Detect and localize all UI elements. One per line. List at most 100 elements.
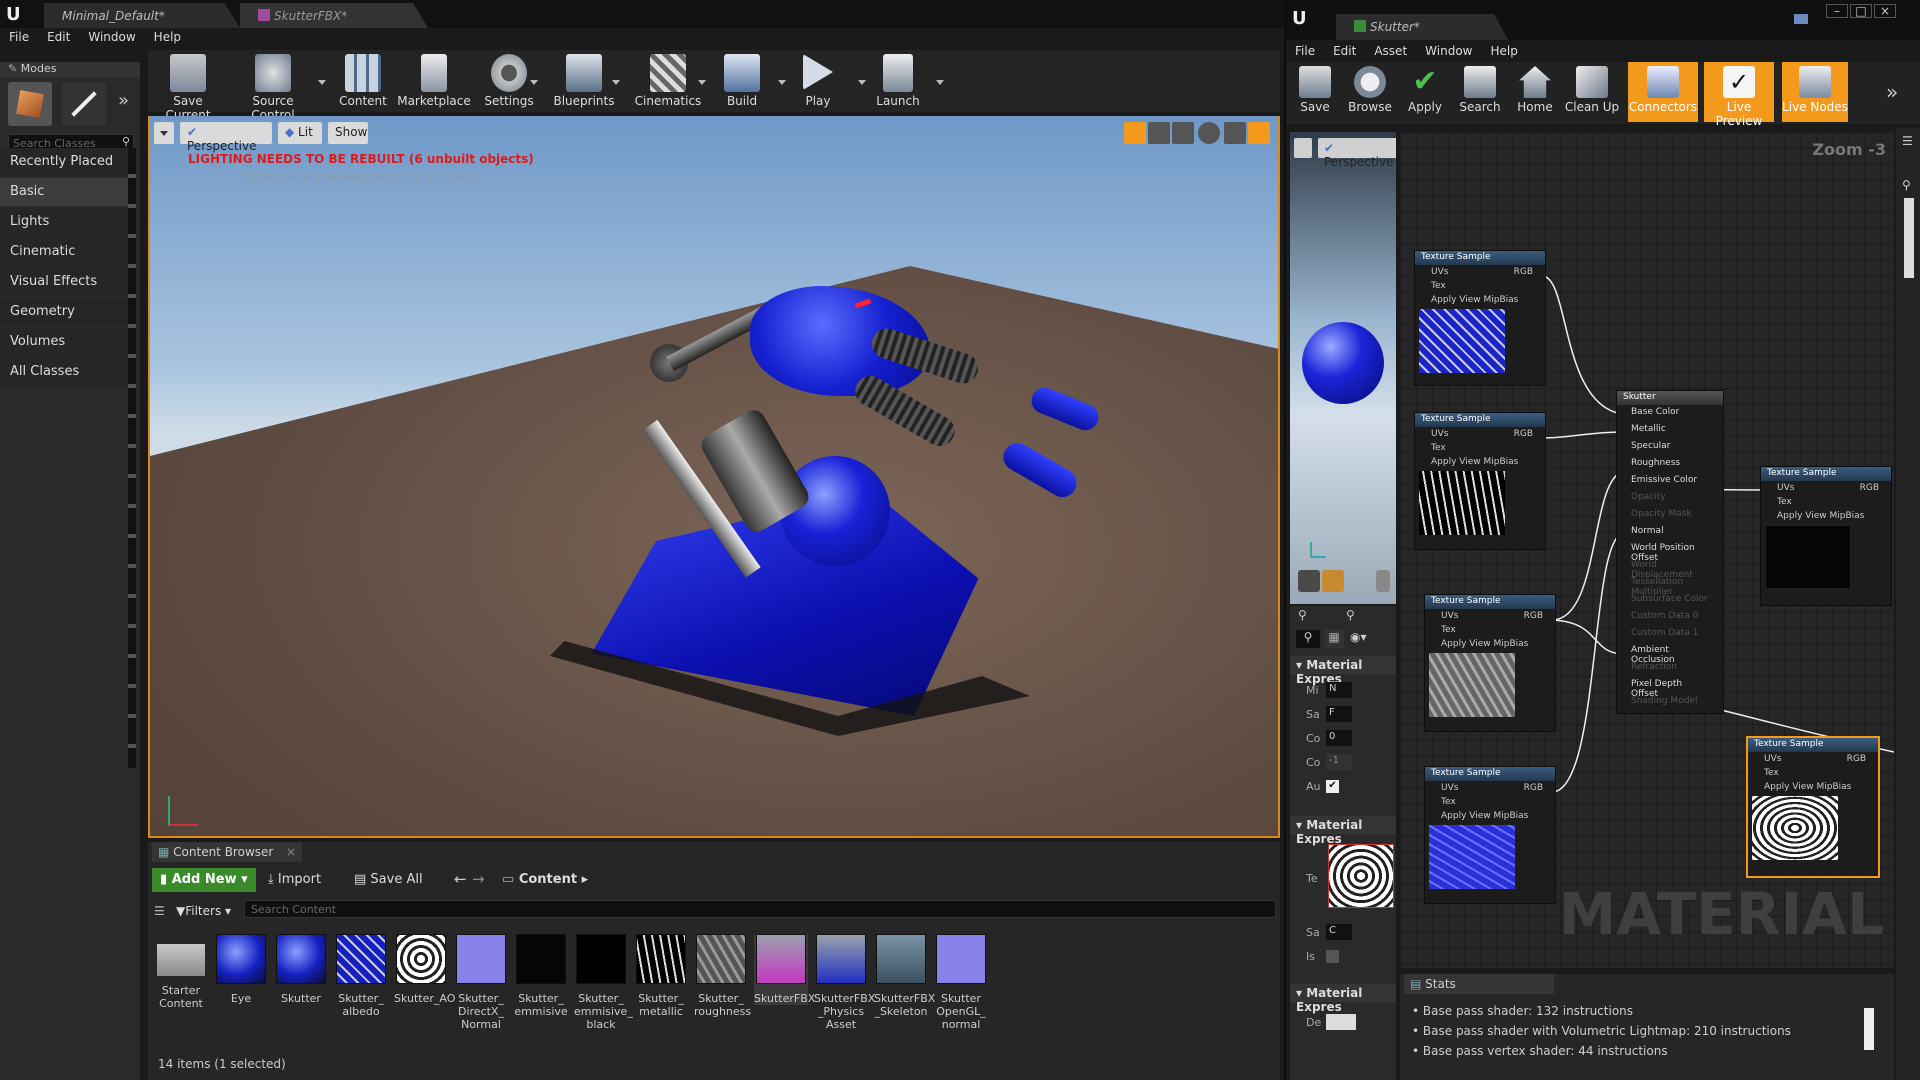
- asset-skutter-directx-normal[interactable]: Skutter_ DirectX_ Normal: [454, 934, 508, 1031]
- modes-item-basic[interactable]: Basic: [0, 178, 128, 206]
- palette-search-icon[interactable]: ⚲: [1902, 178, 1911, 192]
- modes-item-visual-effects[interactable]: Visual Effects: [0, 268, 128, 296]
- details-checkbox[interactable]: [1326, 950, 1339, 963]
- asset-skutterfbx-skeleton[interactable]: SkutterFBX _Skeleton: [874, 934, 935, 1018]
- place-mode-button[interactable]: [8, 82, 52, 126]
- minimize-button[interactable]: –: [1826, 4, 1848, 18]
- settings-dropdown-icon[interactable]: [530, 80, 538, 85]
- modes-item-all-classes[interactable]: All Classes: [0, 358, 128, 386]
- clean-up-button[interactable]: Clean Up: [1562, 62, 1622, 122]
- details-eye-icon[interactable]: ◉▾: [1350, 630, 1367, 644]
- show-button[interactable]: Show: [328, 122, 368, 144]
- marketplace-button[interactable]: Marketplace: [396, 50, 472, 118]
- back-arrow-icon[interactable]: ←: [454, 870, 467, 888]
- content-browser-tab[interactable]: ▦ Content Browser ×: [152, 842, 302, 862]
- menu-file[interactable]: File: [1286, 42, 1324, 60]
- play-button[interactable]: Play: [788, 50, 848, 118]
- play-dropdown-icon[interactable]: [858, 80, 866, 85]
- home-button[interactable]: Home: [1510, 62, 1560, 122]
- blueprints-dropdown-icon[interactable]: [612, 80, 620, 85]
- content-button[interactable]: Content: [332, 50, 394, 118]
- details-search-icon[interactable]: ⚲: [1296, 630, 1320, 648]
- texture-sample-node-6-selected[interactable]: Texture Sample UVs Tex Apply View MipBia…: [1746, 736, 1880, 878]
- material-graph[interactable]: Zoom -3 MATERIAL Texture Sample UVs Tex …: [1400, 132, 1894, 968]
- asset-skutter-roughness[interactable]: Skutter_ roughness: [694, 934, 751, 1018]
- details-grid-icon[interactable]: ▦: [1324, 630, 1344, 648]
- texture-sample-node-5[interactable]: Texture Sample UVs Tex Apply View MipBia…: [1760, 466, 1892, 606]
- filters-button[interactable]: ▼Filters ▾: [176, 904, 231, 918]
- asset-skutter-emmisive-black[interactable]: Skutter_ emmisive_ black: [574, 934, 633, 1031]
- preview-options-button[interactable]: [1294, 138, 1312, 158]
- texture-sample-node-1[interactable]: Texture Sample UVs Tex Apply View MipBia…: [1414, 250, 1546, 386]
- texture-sample-node-2[interactable]: Texture Sample UVs Tex Apply View MipBia…: [1414, 412, 1546, 550]
- details-prop-value[interactable]: N: [1326, 682, 1352, 698]
- details-prop-value[interactable]: F: [1326, 706, 1352, 722]
- preview-sphere-button[interactable]: [1322, 570, 1344, 592]
- scale-tool-icon[interactable]: [1172, 122, 1194, 144]
- asset-skutterfbx-physics[interactable]: SkutterFBX _Physics Asset: [814, 934, 875, 1031]
- menu-file[interactable]: File: [0, 28, 38, 46]
- build-dropdown-icon[interactable]: [778, 80, 786, 85]
- menu-edit[interactable]: Edit: [38, 28, 79, 46]
- details-checkbox[interactable]: ✔: [1326, 780, 1339, 793]
- menu-help[interactable]: Help: [1481, 42, 1526, 60]
- asset-skutter-ao[interactable]: Skutter_AO: [394, 934, 455, 1005]
- more-modes-icon[interactable]: »: [118, 90, 129, 111]
- viewport-options-button[interactable]: [154, 122, 174, 144]
- close-icon[interactable]: ×: [286, 845, 296, 859]
- details-prop-value[interactable]: C: [1326, 924, 1352, 940]
- snap-icon[interactable]: [1224, 122, 1246, 144]
- import-button[interactable]: ⤓ Import: [268, 872, 321, 887]
- connectors-button[interactable]: Connectors: [1628, 62, 1698, 122]
- details-texture-thumbnail[interactable]: [1328, 844, 1394, 908]
- forward-arrow-icon[interactable]: →: [472, 870, 485, 888]
- source-control-dropdown-icon[interactable]: [318, 80, 326, 85]
- asset-eye[interactable]: Eye: [214, 934, 268, 1005]
- mat-save-button[interactable]: Save: [1290, 62, 1340, 122]
- maximize-button[interactable]: □: [1850, 4, 1872, 18]
- apply-button[interactable]: ✔ Apply: [1400, 62, 1450, 122]
- add-new-button[interactable]: ▮ Add New ▾: [152, 868, 256, 892]
- palette-scrollbar[interactable]: [1904, 198, 1914, 278]
- source-control-button[interactable]: Source Control: [232, 50, 314, 122]
- preview-perspective-button[interactable]: ✔ Perspective: [1318, 138, 1396, 169]
- menu-help[interactable]: Help: [145, 28, 190, 46]
- pin-icon[interactable]: [1794, 14, 1808, 24]
- details-prop-value[interactable]: 0: [1326, 730, 1352, 746]
- save-current-button[interactable]: Save Current: [150, 50, 226, 122]
- tab-minimal-default[interactable]: Minimal_Default*: [44, 3, 240, 28]
- menu-edit[interactable]: Edit: [1324, 42, 1365, 60]
- details-color-swatch[interactable]: [1326, 1014, 1356, 1030]
- stats-tab[interactable]: ▤ Stats: [1404, 974, 1554, 994]
- palette-tab-icon[interactable]: ⚲: [1346, 608, 1355, 622]
- cinematics-button[interactable]: Cinematics: [628, 50, 708, 118]
- texture-sample-node-4[interactable]: Texture Sample UVs Tex Apply View MipBia…: [1424, 766, 1556, 904]
- build-button[interactable]: Build: [714, 50, 770, 118]
- world-local-icon[interactable]: [1198, 122, 1220, 144]
- tab-skutter-material[interactable]: Skutter*: [1336, 14, 1508, 40]
- details-section-header[interactable]: ▾ Material Expres: [1290, 816, 1396, 846]
- close-window-button[interactable]: ×: [1874, 4, 1896, 18]
- browse-button[interactable]: Browse: [1342, 62, 1398, 122]
- more-tools-icon[interactable]: »: [1886, 80, 1898, 104]
- menu-window[interactable]: Window: [79, 28, 144, 46]
- modes-item-lights[interactable]: Lights: [0, 208, 128, 236]
- menu-asset[interactable]: Asset: [1365, 42, 1416, 60]
- translate-tool-icon[interactable]: [1124, 122, 1146, 144]
- modes-item-geometry[interactable]: Geometry: [0, 298, 128, 326]
- stats-scrollbar[interactable]: [1864, 1008, 1874, 1050]
- material-preview-viewport[interactable]: ✔ Perspective: [1290, 132, 1396, 604]
- asset-skutterfbx[interactable]: SkutterFBX: [754, 934, 815, 1005]
- grid-snap-icon[interactable]: [1248, 122, 1270, 144]
- mat-search-button[interactable]: Search: [1454, 62, 1506, 122]
- asset-skutter-metallic[interactable]: Skutter_ metallic: [634, 934, 688, 1018]
- texture-sample-node-3[interactable]: Texture Sample UVs Tex Apply View MipBia…: [1424, 594, 1556, 732]
- tab-skutterfbx[interactable]: SkutterFBX*: [240, 3, 428, 28]
- paint-mode-button[interactable]: [62, 82, 106, 126]
- search-content-input[interactable]: Search Content: [244, 900, 1276, 918]
- level-viewport[interactable]: ✔ Perspective ◆ Lit Show LIGHTING NEEDS …: [148, 116, 1280, 838]
- preview-mesh-button[interactable]: [1298, 570, 1320, 592]
- save-all-button[interactable]: ▤ Save All: [354, 872, 423, 887]
- content-path-breadcrumb[interactable]: ▭ Content ▸: [502, 872, 588, 887]
- preview-scroll-handle[interactable]: [1376, 570, 1390, 592]
